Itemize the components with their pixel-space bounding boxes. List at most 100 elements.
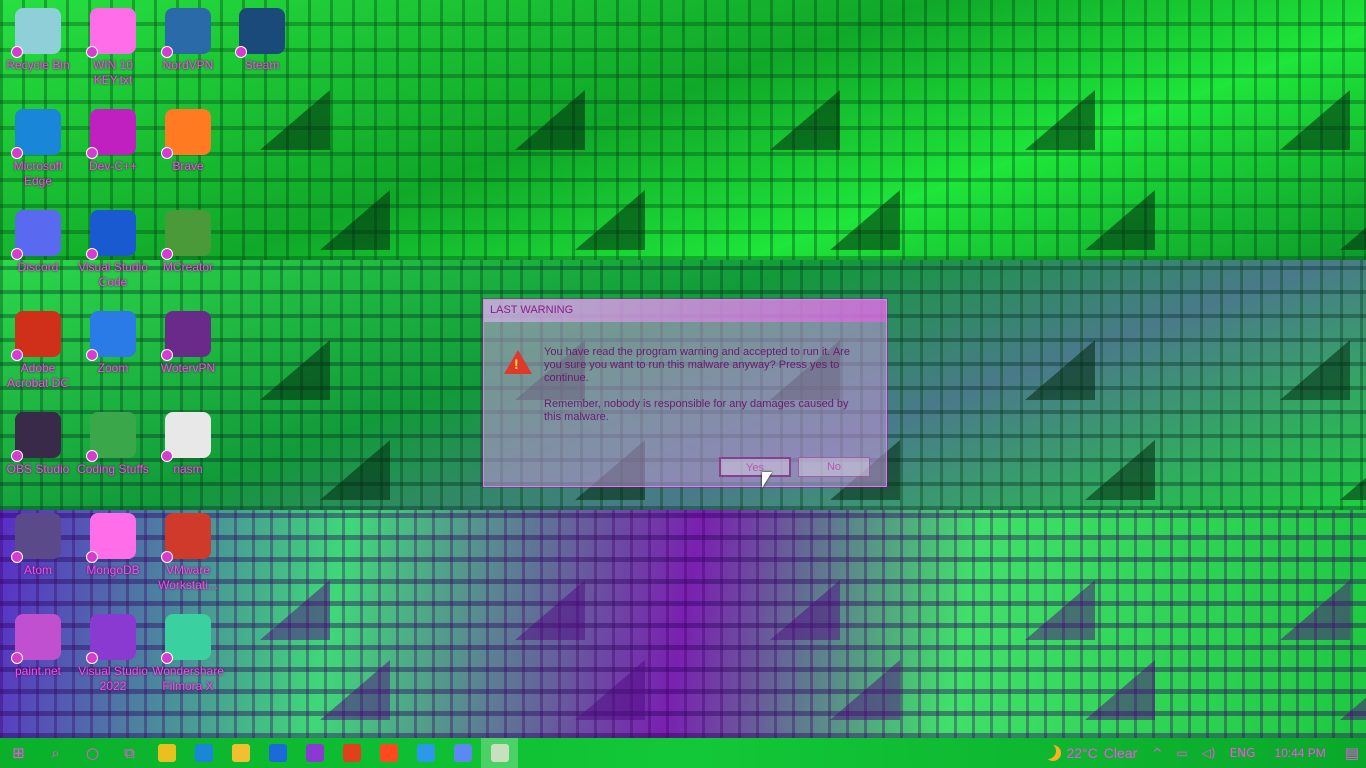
shortcut-badge-icon xyxy=(11,551,23,563)
nordvpn-icon xyxy=(161,8,211,58)
desktop-icon[interactable]: Dev-C++ xyxy=(75,101,151,197)
desktop-icon[interactable]: paint.net xyxy=(0,606,76,702)
recycle-bin-icon xyxy=(11,8,61,58)
wallpaper-glitch-shape xyxy=(575,190,645,250)
taskbar-app-button[interactable] xyxy=(185,738,222,768)
shortcut-badge-icon xyxy=(86,46,98,58)
desktop-icon[interactable]: Zoom xyxy=(75,303,151,399)
visual-studio-icon xyxy=(305,744,324,762)
wallpaper-glitch-shape xyxy=(770,580,840,640)
taskbar-app-button[interactable] xyxy=(259,738,296,768)
vscode-icon xyxy=(86,210,136,260)
taskbar-app-button[interactable] xyxy=(333,738,370,768)
desktop-icon[interactable]: MongoDB xyxy=(75,505,151,601)
network-icon[interactable]: ▭ xyxy=(1169,746,1194,760)
paint-net-icon xyxy=(11,614,61,664)
shortcut-badge-icon xyxy=(161,349,173,361)
desktop-icon[interactable]: WIN 10 KEY.txt xyxy=(75,0,151,96)
desktop-icon[interactable]: Coding Stuffs xyxy=(75,404,151,500)
wallpaper-glitch-shape xyxy=(1280,340,1350,400)
brave-icon xyxy=(161,109,211,159)
taskbar-app-button[interactable] xyxy=(407,738,444,768)
mongodb-icon xyxy=(86,513,136,563)
desktop-icon-label: MongoDB xyxy=(86,563,140,577)
wallpaper-glitch-shape xyxy=(260,340,330,400)
desktop-icon[interactable]: Wondershare Filmora X xyxy=(150,606,226,702)
mcreator-icon xyxy=(161,210,211,260)
wallpaper-glitch-shape xyxy=(1340,440,1366,500)
wallpaper-glitch-shape xyxy=(1280,580,1350,640)
desktop-icon[interactable]: Visual Studio Code xyxy=(75,202,151,298)
taskbar-pinned-apps xyxy=(148,738,518,768)
search-button[interactable]: ⌕ xyxy=(37,738,74,768)
desktop-icon[interactable]: Adobe Acrobat DC xyxy=(0,303,76,399)
desktop-icon[interactable]: OBS Studio xyxy=(0,404,76,500)
dialog-disclaimer: Remember, nobody is responsible for any … xyxy=(544,398,849,423)
filmora-icon xyxy=(161,614,211,664)
taskbar-app-button[interactable] xyxy=(222,738,259,768)
shortcut-badge-icon xyxy=(86,147,98,159)
clock[interactable]: 10:44 PM xyxy=(1262,746,1337,760)
desktop-icon[interactable]: VMware Workstati... xyxy=(150,505,226,601)
yes-button[interactable]: Yes xyxy=(719,457,791,477)
desktop-icon[interactable]: WotervPN xyxy=(150,303,226,399)
brave-icon xyxy=(379,744,398,762)
notification-center-icon[interactable]: ▤ xyxy=(1338,744,1366,762)
desktop-icon-label: Adobe Acrobat DC xyxy=(6,361,70,390)
desktop-icon-label: Coding Stuffs xyxy=(77,462,149,476)
task-view-button[interactable]: ⧉ xyxy=(111,738,148,768)
wallpaper-glitch-shape xyxy=(260,580,330,640)
shortcut-badge-icon xyxy=(161,46,173,58)
taskbar-app-button[interactable] xyxy=(148,738,185,768)
text-file-icon xyxy=(86,8,136,58)
discord-icon xyxy=(11,210,61,260)
desktop-icon-label: Microsoft Edge xyxy=(13,159,63,188)
zoom-icon xyxy=(416,744,435,762)
start-button[interactable]: ⊞ xyxy=(0,738,37,768)
taskbar-app-button[interactable] xyxy=(370,738,407,768)
desktop-icon-label: NordVPN xyxy=(162,58,214,72)
desktop-icon[interactable]: Recycle Bin xyxy=(0,0,76,96)
taskbar-app-button[interactable] xyxy=(444,738,481,768)
shortcut-badge-icon xyxy=(161,450,173,462)
desktop-icon[interactable]: nasm xyxy=(150,404,226,500)
desktop-icon[interactable]: Microsoft Edge xyxy=(0,101,76,197)
desktop-icon-label: Visual Studio Code xyxy=(78,260,148,289)
shortcut-badge-icon xyxy=(11,46,23,58)
cortana-button[interactable]: ○ xyxy=(74,738,111,768)
language-indicator[interactable]: ENG xyxy=(1223,746,1263,760)
wallpaper-glitch-shape xyxy=(1085,660,1155,720)
mouse-cursor-icon xyxy=(762,472,772,488)
edge-icon xyxy=(194,744,213,762)
volume-icon[interactable]: ◁) xyxy=(1195,746,1223,760)
desktop-icon[interactable]: Brave xyxy=(150,101,226,197)
taskbar-app-button[interactable] xyxy=(296,738,333,768)
weather-widget[interactable]: 22°C Clear xyxy=(1037,745,1146,761)
taskbar-app-button[interactable] xyxy=(481,738,518,768)
shortcut-badge-icon xyxy=(161,147,173,159)
shortcut-badge-icon xyxy=(86,652,98,664)
file-manager-icon xyxy=(157,744,176,762)
desktop-icon[interactable]: Visual Studio 2022 xyxy=(75,606,151,702)
folder-icon xyxy=(86,412,136,462)
desktop-icon[interactable]: Discord xyxy=(0,202,76,298)
wallpaper-glitch-shape xyxy=(320,440,390,500)
desktop-icon-label: Wondershare Filmora X xyxy=(152,664,224,693)
wallpaper-glitch-shape xyxy=(1025,340,1095,400)
wallpaper-glitch-shape xyxy=(1085,440,1155,500)
wallpaper-glitch-shape xyxy=(830,660,900,720)
task-view-icon: ⧉ xyxy=(124,744,135,762)
desktop-icon-label: Zoom xyxy=(97,361,129,375)
desktop-icon[interactable]: MCreator xyxy=(150,202,226,298)
desktop-icon-label: WIN 10 KEY.txt xyxy=(92,58,133,87)
chevron-up-icon[interactable]: ^ xyxy=(1145,746,1169,760)
edge-icon xyxy=(11,109,61,159)
vpn-icon xyxy=(161,311,211,361)
discord-icon xyxy=(453,744,472,762)
desktop-icon[interactable]: NordVPN xyxy=(150,0,226,96)
desktop-icon[interactable]: Steam xyxy=(224,0,300,96)
no-button[interactable]: No xyxy=(798,457,870,477)
desktop-icon[interactable]: Atom xyxy=(0,505,76,601)
shortcut-badge-icon xyxy=(11,349,23,361)
acrobat-icon xyxy=(11,311,61,361)
